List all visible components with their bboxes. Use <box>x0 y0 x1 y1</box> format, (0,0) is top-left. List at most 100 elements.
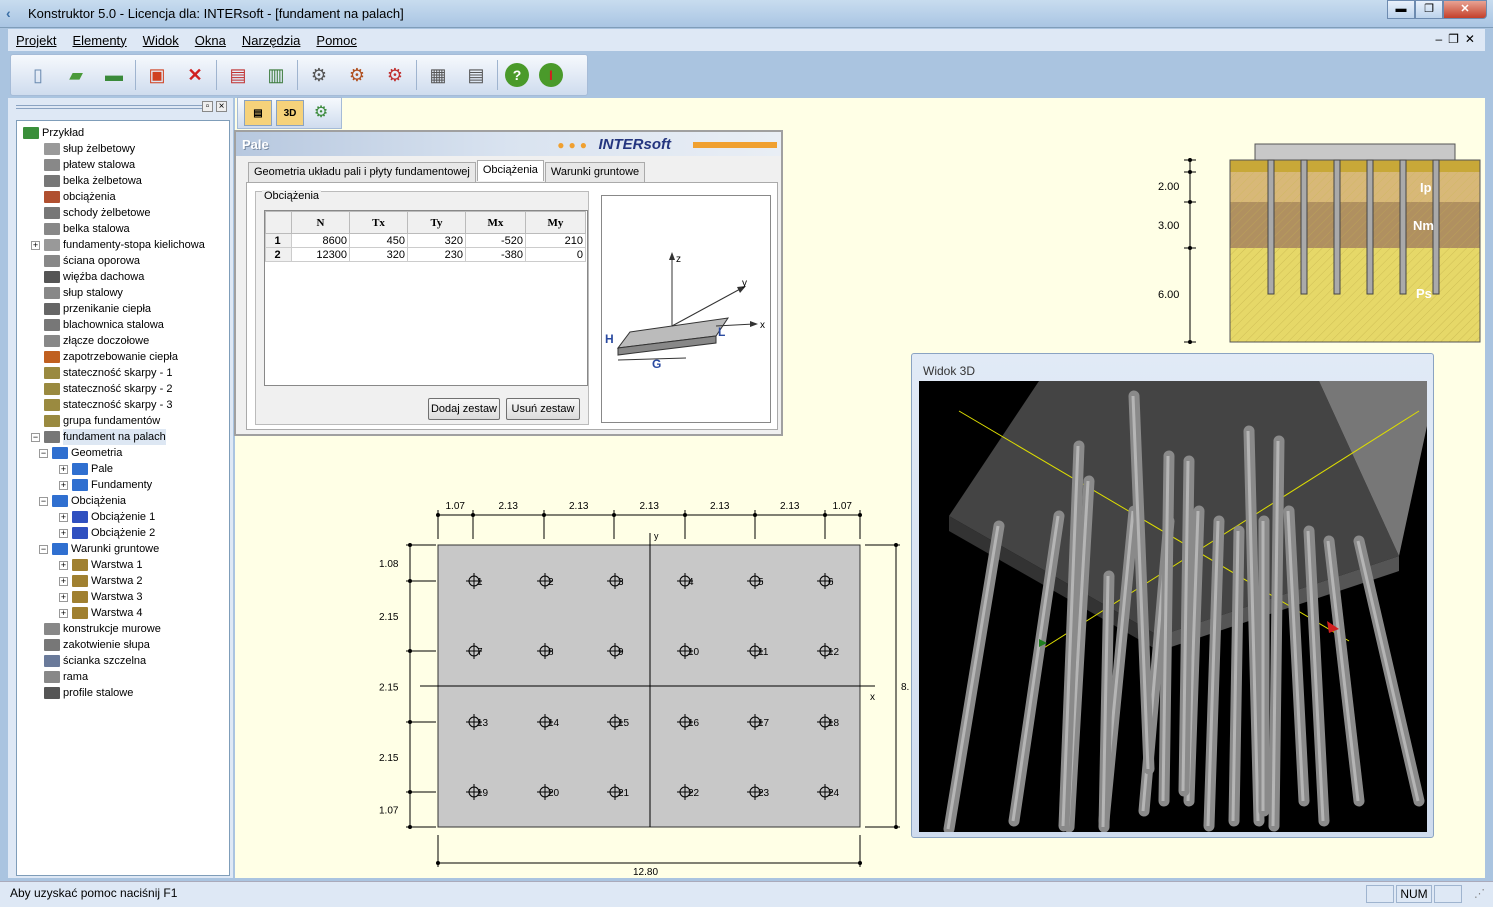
column-header-n[interactable]: N <box>291 211 350 234</box>
tree-item[interactable]: + Warstwa 4 <box>59 605 143 621</box>
table-row[interactable]: 1 8600 450 320 -520 210 <box>265 233 586 248</box>
tree-item[interactable]: złącze doczołowe <box>31 333 149 349</box>
column-header-tx[interactable]: Tx <box>349 211 408 234</box>
export-document-icon[interactable]: ▤ <box>224 61 252 89</box>
tree-item[interactable]: + Warstwa 1 <box>59 557 143 573</box>
column-header-mx[interactable]: Mx <box>465 211 526 234</box>
tree-item[interactable]: przenikanie ciepła <box>31 301 151 317</box>
tab-soil[interactable]: Warunki gruntowe <box>544 162 646 183</box>
tree-item[interactable]: + Fundamenty <box>59 477 152 493</box>
new-document-icon[interactable]: ▯ <box>24 61 52 89</box>
table-cell[interactable]: 0 <box>525 247 586 262</box>
remove-set-button[interactable]: Usuń zestaw <box>506 398 580 420</box>
tab-loads[interactable]: Obciążenia <box>476 160 544 181</box>
open-icon[interactable]: ▬ <box>100 61 128 89</box>
tree-item[interactable]: − Warunki gruntowe <box>39 541 159 557</box>
tab-geometry[interactable]: Geometria układu pali i płyty fundamento… <box>248 162 476 183</box>
maximize-button[interactable]: ❐ <box>1415 0 1443 19</box>
table-cell[interactable]: 320 <box>349 247 408 262</box>
table-cell[interactable]: 450 <box>349 233 408 248</box>
help-icon[interactable]: ? <box>505 63 529 87</box>
minimize-button[interactable]: ▬ <box>1387 0 1415 19</box>
tree-item[interactable]: zakotwienie słupa <box>31 637 150 653</box>
resize-grip[interactable]: ⋰ <box>1474 887 1485 900</box>
tree-item[interactable]: profile stalowe <box>31 685 133 701</box>
data-view-icon[interactable]: ▤ <box>244 100 272 126</box>
view-3d-canvas[interactable] <box>919 381 1427 835</box>
tree-item[interactable]: obciążenia <box>31 189 116 205</box>
expand-toggle-icon[interactable]: − <box>39 496 48 506</box>
table-cell[interactable]: 230 <box>407 247 466 262</box>
table-cell[interactable]: 8600 <box>291 233 350 248</box>
settings-icon[interactable]: ⚙ <box>305 61 333 89</box>
close-button[interactable]: ✕ <box>1443 0 1487 19</box>
row-header[interactable]: 1 <box>265 233 292 248</box>
tree-item[interactable]: schody żelbetowe <box>31 205 150 221</box>
expand-toggle-icon[interactable]: + <box>59 512 68 522</box>
add-set-button[interactable]: Dodaj zestaw <box>428 398 500 420</box>
tree-item[interactable]: słup stalowy <box>31 285 123 301</box>
table-cell[interactable]: -520 <box>465 233 526 248</box>
mdi-controls[interactable]: –❐✕ <box>1436 32 1482 46</box>
tree-item[interactable]: + Obciążenie 1 <box>59 509 155 525</box>
tree-item[interactable]: + Warstwa 2 <box>59 573 143 589</box>
expand-toggle-icon[interactable]: + <box>59 560 68 570</box>
expand-toggle-icon[interactable]: + <box>31 240 40 250</box>
menu-okna[interactable]: Okna <box>187 33 234 48</box>
tree-item[interactable]: rama <box>31 669 88 685</box>
tree-item[interactable]: stateczność skarpy - 1 <box>31 365 172 381</box>
settings-save-icon[interactable]: ⚙ <box>343 61 371 89</box>
view-3d-icon[interactable]: 3D <box>276 100 304 126</box>
loads-table[interactable]: N Tx Ty Mx My 1 8600 450 320 -520 210 2 … <box>264 210 588 386</box>
calculator-icon[interactable]: ▦ <box>424 61 452 89</box>
menu-widok[interactable]: Widok <box>135 33 187 48</box>
tree-item[interactable]: + Obciążenie 2 <box>59 525 155 541</box>
tree-item[interactable]: stateczność skarpy - 3 <box>31 397 172 413</box>
panel-close-button[interactable]: × <box>216 101 227 112</box>
tree-item[interactable]: belka stalowa <box>31 221 130 237</box>
expand-toggle-icon[interactable]: − <box>39 448 48 458</box>
table-cell[interactable]: 12300 <box>291 247 350 262</box>
menu-pomoc[interactable]: Pomoc <box>308 33 364 48</box>
menu-elementy[interactable]: Elementy <box>64 33 134 48</box>
tree-item[interactable]: belka żelbetowa <box>31 173 142 189</box>
monitor-icon[interactable]: ▥ <box>262 61 290 89</box>
tree-item[interactable]: konstrukcje murowe <box>31 621 161 637</box>
expand-toggle-icon[interactable]: + <box>59 592 68 602</box>
column-header-my[interactable]: My <box>525 211 586 234</box>
calculate-icon[interactable]: ⚙ <box>308 100 334 126</box>
tree-item[interactable]: Przykład <box>23 125 84 141</box>
tree-item[interactable]: + Warstwa 3 <box>59 589 143 605</box>
expand-toggle-icon[interactable]: + <box>59 528 68 538</box>
tree-item[interactable]: zapotrzebowanie ciepła <box>31 349 178 365</box>
info-icon[interactable]: I <box>539 63 563 87</box>
panel-restore-button[interactable]: ▫ <box>202 101 213 112</box>
expand-toggle-icon[interactable]: − <box>39 544 48 554</box>
save-icon[interactable]: ▣ <box>143 61 171 89</box>
expand-toggle-icon[interactable]: + <box>59 480 68 490</box>
tree-item[interactable]: słup żelbetowy <box>31 141 135 157</box>
table-row[interactable]: 2 12300 320 230 -380 0 <box>265 247 586 262</box>
tree-item[interactable]: płatew stalowa <box>31 157 135 173</box>
table-cell[interactable]: 320 <box>407 233 466 248</box>
tree-item[interactable]: stateczność skarpy - 2 <box>31 381 172 397</box>
tree-item[interactable]: ściana oporowa <box>31 253 140 269</box>
delete-icon[interactable]: ✕ <box>181 61 209 89</box>
panel-grip[interactable] <box>16 105 202 109</box>
tree-item[interactable]: − Geometria <box>39 445 122 461</box>
print-icon[interactable]: ▤ <box>462 61 490 89</box>
expand-toggle-icon[interactable]: + <box>59 576 68 586</box>
row-header[interactable]: 2 <box>265 247 292 262</box>
tree-item[interactable]: grupa fundamentów <box>31 413 160 429</box>
menu-narzedzia[interactable]: Narzędzia <box>234 33 309 48</box>
tree-item[interactable]: więźba dachowa <box>31 269 144 285</box>
tree-item[interactable]: − fundament na palach <box>31 429 166 445</box>
settings-delete-icon[interactable]: ⚙ <box>381 61 409 89</box>
column-header-ty[interactable]: Ty <box>407 211 466 234</box>
tree-item[interactable]: blachownica stalowa <box>31 317 164 333</box>
table-cell[interactable]: -380 <box>465 247 526 262</box>
tree-item[interactable]: − Obciążenia <box>39 493 126 509</box>
tree-item[interactable]: + fundamenty-stopa kielichowa <box>31 237 205 253</box>
menu-projekt[interactable]: Projekt <box>8 33 64 48</box>
table-cell[interactable]: 210 <box>525 233 586 248</box>
